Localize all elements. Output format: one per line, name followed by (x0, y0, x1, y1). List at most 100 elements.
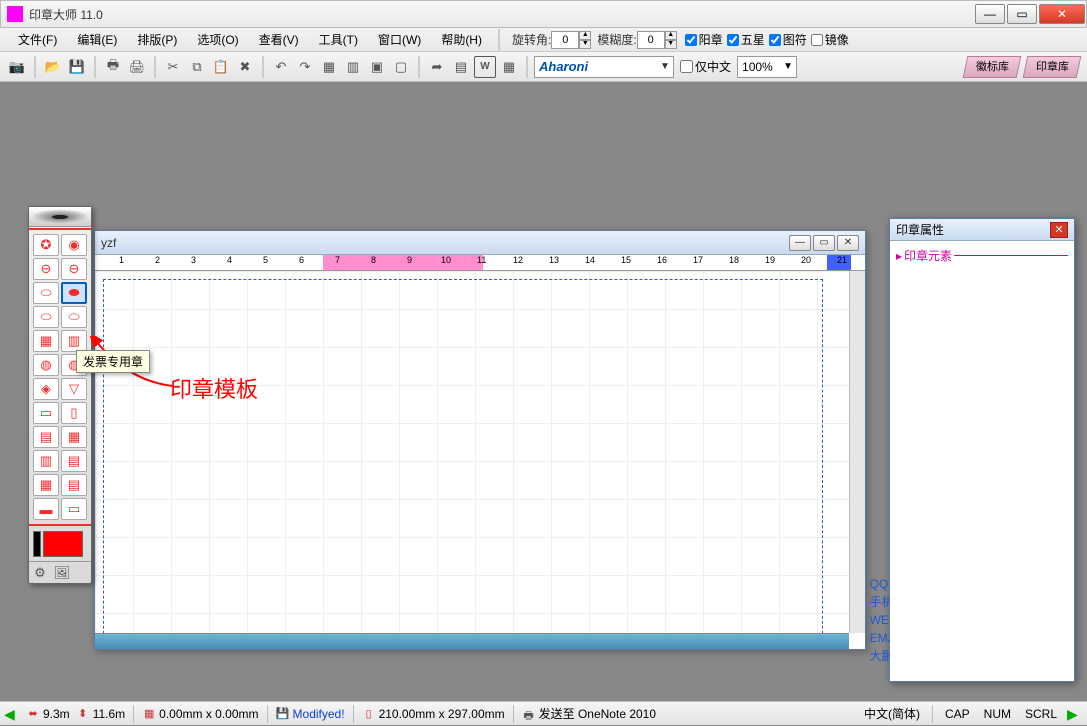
open-icon[interactable]: 📂 (42, 56, 64, 78)
front-icon[interactable]: ▣ (366, 56, 388, 78)
stamp-table2-icon[interactable]: ▦ (61, 426, 87, 448)
chevron-down-icon[interactable]: ▼ (780, 61, 796, 72)
next-arrow-icon[interactable]: ▶ (1067, 706, 1083, 722)
font-select[interactable]: Aharoni ▼ (534, 56, 674, 78)
grid-icon[interactable]: ▤ (450, 56, 472, 78)
rotate-input[interactable] (551, 31, 579, 49)
properties-panel[interactable]: 印章属性 ✕ ▸印章元素 (889, 218, 1075, 682)
copy-icon[interactable]: ⧉ (186, 56, 208, 78)
menu-view[interactable]: 查看(V) (249, 29, 309, 50)
settings-icon[interactable]: ▦ (498, 56, 520, 78)
menu-edit[interactable]: 编辑(E) (67, 29, 127, 50)
doc-close-button[interactable]: ✕ (837, 235, 859, 251)
stamp-table3-icon[interactable]: ▥ (33, 450, 59, 472)
export-icon[interactable]: ➦ (426, 56, 448, 78)
ruler-horizontal[interactable]: 1 2 3 4 5 6 7 8 9 10 11 12 13 14 15 16 1… (95, 255, 865, 271)
menu-layout[interactable]: 排版(P) (127, 29, 187, 50)
stamp-oval4-icon[interactable]: ⬭ (61, 306, 87, 328)
properties-section[interactable]: ▸印章元素 (896, 247, 1068, 264)
ungroup-icon[interactable]: ▥ (342, 56, 364, 78)
menu-tools[interactable]: 工具(T) (309, 29, 368, 50)
stamp-oval3-icon[interactable]: ⬭ (33, 306, 59, 328)
lang-indicator[interactable]: 中文(简体) (860, 705, 924, 722)
blur-label: 模糊度: (597, 31, 636, 48)
chk-only-cn[interactable]: 仅中文 (680, 58, 731, 75)
back-icon[interactable]: ▢ (390, 56, 412, 78)
close-button[interactable]: ✕ (1039, 4, 1085, 24)
cut-icon[interactable]: ✂ (162, 56, 184, 78)
tab-stamp-library[interactable]: 印章库 (1023, 56, 1082, 78)
fill-color[interactable] (43, 531, 83, 557)
stamp-invoice-icon[interactable]: ⬬ (61, 282, 87, 304)
save-icon[interactable]: 💾 (66, 56, 88, 78)
group-icon[interactable]: ▦ (318, 56, 340, 78)
palette-header[interactable] (29, 207, 91, 227)
chk-wuxing[interactable]: 五星 (727, 31, 765, 48)
prev-arrow-icon[interactable]: ◀ (4, 706, 20, 722)
doc-minimize-button[interactable]: — (789, 235, 811, 251)
caps-indicator: CAP (941, 707, 974, 721)
doc-maximize-button[interactable]: ▭ (813, 235, 835, 251)
stamp-table6-icon[interactable]: ▤ (61, 474, 87, 496)
tool-palette[interactable]: ✪ ◉ ⊖ ⊖ ⬭ ⬬ ⬭ ⬭ ▦ ▥ ◍ ◍ ◈ ▽ ▭ ▯ ▤ ▦ ▥ ▤ … (28, 206, 92, 584)
stamp-rect2-icon[interactable]: ▯ (61, 402, 87, 424)
horizontal-scrollbar[interactable] (95, 633, 849, 649)
delete-icon[interactable]: ✖ (234, 56, 256, 78)
undo-icon[interactable]: ↶ (270, 56, 292, 78)
title-bar: 印章大师 11.0 — ▭ ✕ (0, 0, 1087, 28)
doc-titlebar[interactable]: yzf — ▭ ✕ (95, 231, 865, 255)
printer-icon: 🖶 (522, 707, 536, 721)
properties-close-button[interactable]: ✕ (1050, 222, 1068, 238)
toggle1-icon[interactable]: ⚙ (29, 562, 51, 584)
properties-header[interactable]: 印章属性 ✕ (890, 219, 1074, 241)
color-row (29, 527, 91, 561)
stamp-ring2-icon[interactable]: ⊖ (61, 258, 87, 280)
page-size: 210.00mm x 297.00mm (379, 707, 505, 721)
maximize-button[interactable]: ▭ (1007, 4, 1037, 24)
vertical-scrollbar[interactable] (849, 271, 865, 633)
menu-help[interactable]: 帮助(H) (431, 29, 492, 50)
stamp-diamond-icon[interactable]: ◈ (33, 378, 59, 400)
tab-logo-library[interactable]: 徽标库 (963, 56, 1022, 78)
paste-icon[interactable]: 📋 (210, 56, 232, 78)
stamp-table5-icon[interactable]: ▦ (33, 474, 59, 496)
rotate-spin[interactable]: ▲▼ (579, 31, 591, 49)
new-icon[interactable]: 📷 (6, 56, 28, 78)
stamp-table1-icon[interactable]: ▤ (33, 426, 59, 448)
stamp-ring1-icon[interactable]: ⊖ (33, 258, 59, 280)
redo-icon[interactable]: ↷ (294, 56, 316, 78)
blur-input[interactable] (637, 31, 665, 49)
page-icon: ▯ (362, 707, 376, 721)
word-icon[interactable]: W (474, 56, 496, 78)
menu-window[interactable]: 窗口(W) (368, 29, 431, 50)
menu-file[interactable]: 文件(F) (8, 29, 67, 50)
chk-tufu[interactable]: 图符 (769, 31, 807, 48)
chk-yang[interactable]: 阳章 (685, 31, 723, 48)
chk-mirror[interactable]: 镜像 (811, 31, 849, 48)
stamp-rect1-icon[interactable]: ▭ (33, 402, 59, 424)
stamp-table4-icon[interactable]: ▤ (61, 450, 87, 472)
stamp-oval1-icon[interactable]: ⬭ (33, 282, 59, 304)
stamp-bar2-icon[interactable]: ▭ (61, 498, 87, 520)
stamp-triangle-icon[interactable]: ▽ (61, 378, 87, 400)
chevron-down-icon[interactable]: ▼ (657, 61, 673, 72)
y-coord: 11.6m (93, 707, 125, 721)
stroke-color[interactable] (33, 531, 41, 557)
zoom-select[interactable]: 100% ▼ (737, 56, 797, 78)
toolbar: 📷 📂 💾 🖶 🖨 ✂ ⧉ 📋 ✖ ↶ ↷ ▦ ▥ ▣ ▢ ➦ ▤ W ▦ Ah… (0, 52, 1087, 82)
stamp-grid2-icon[interactable]: ▥ (61, 330, 87, 352)
stamp-circ-grid-icon[interactable]: ◍ (33, 354, 59, 376)
stamp-round-text-icon[interactable]: ◉ (61, 234, 87, 256)
canvas[interactable] (95, 271, 849, 633)
minimize-button[interactable]: — (975, 4, 1005, 24)
stamp-round-star-icon[interactable]: ✪ (33, 234, 59, 256)
work-area: yzf — ▭ ✕ 1 2 3 4 5 6 7 8 9 10 11 12 13 … (0, 82, 1087, 701)
document-window: yzf — ▭ ✕ 1 2 3 4 5 6 7 8 9 10 11 12 13 … (94, 230, 866, 650)
print-preview-icon[interactable]: 🖨 (126, 56, 148, 78)
stamp-bar1-icon[interactable]: ▬ (33, 498, 59, 520)
print-icon[interactable]: 🖶 (102, 56, 124, 78)
menu-options[interactable]: 选项(O) (187, 29, 248, 50)
toggle2-icon[interactable]: 🖼 (51, 562, 73, 584)
stamp-grid1-icon[interactable]: ▦ (33, 330, 59, 352)
blur-spin[interactable]: ▲▼ (665, 31, 677, 49)
